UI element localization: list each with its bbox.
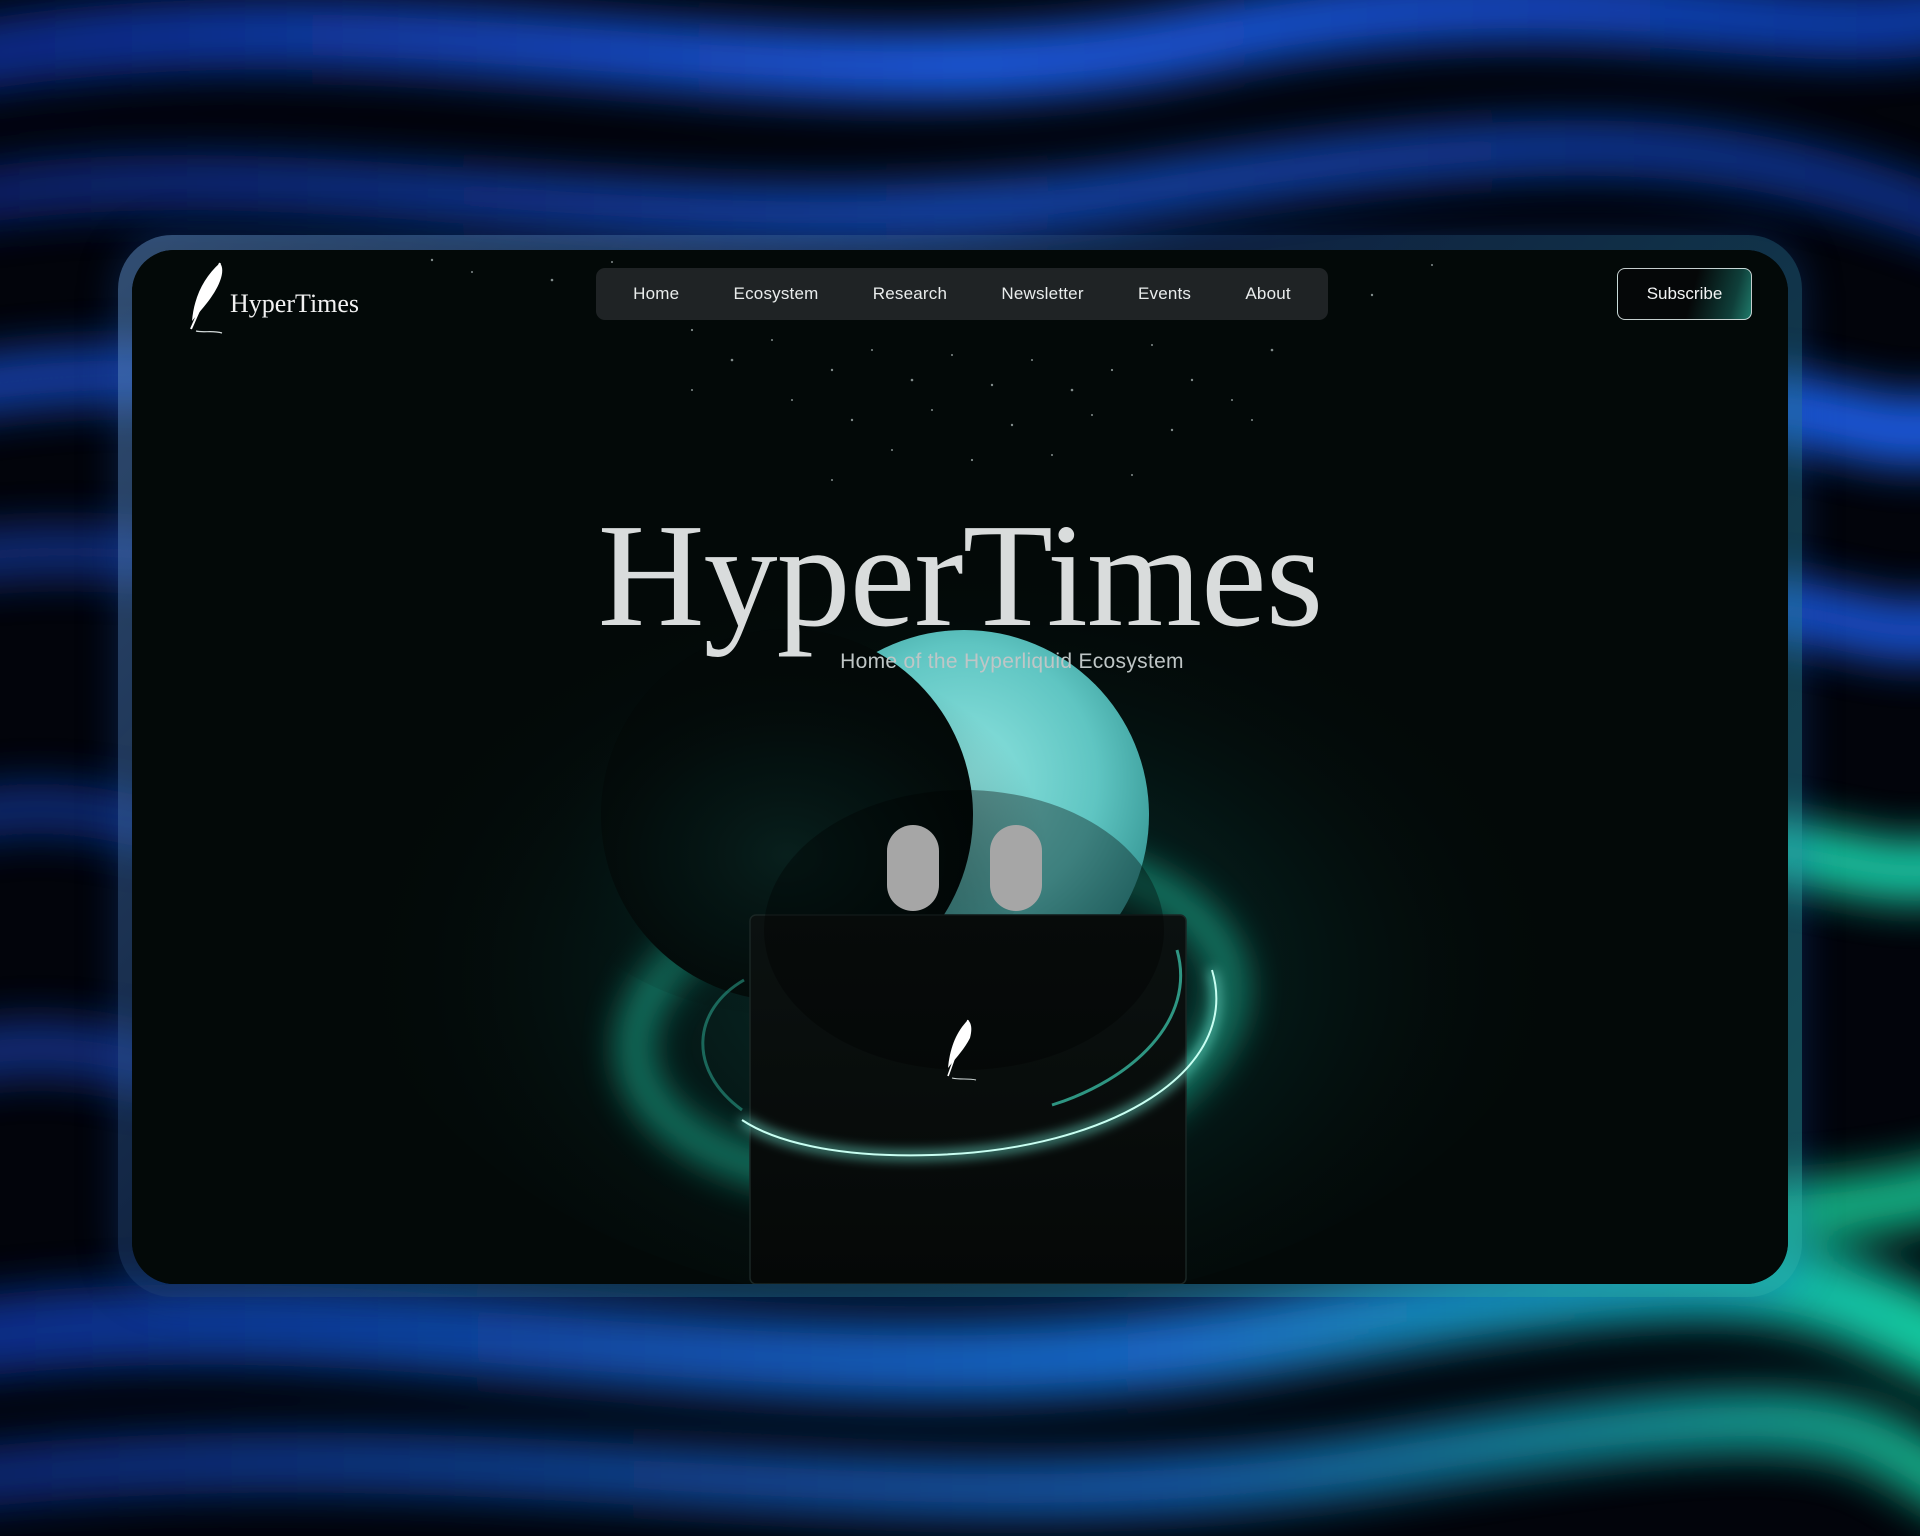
hero-title: HyperTimes [597, 494, 1324, 658]
brand-name: HyperTimes [230, 289, 360, 318]
nav-item-about[interactable]: About [1245, 284, 1290, 304]
nav-item-events[interactable]: Events [1138, 284, 1191, 304]
brand-logo[interactable]: HyperTimes [186, 258, 359, 338]
nav-item-home[interactable]: Home [633, 284, 679, 304]
nav-item-research[interactable]: Research [873, 284, 947, 304]
hero-subtitle: Home of the Hyperliquid Ecosystem [840, 650, 1184, 673]
nav-item-newsletter[interactable]: Newsletter [1001, 284, 1083, 304]
main-nav: Home Ecosystem Research Newsletter Event… [596, 268, 1328, 320]
website-screen: HyperTimes Home Ecosystem Research Newsl… [132, 250, 1788, 1284]
nav-item-ecosystem[interactable]: Ecosystem [734, 284, 819, 304]
subscribe-button[interactable]: Subscribe [1617, 268, 1752, 320]
quill-feather-icon [190, 262, 223, 334]
hero-illustration [132, 250, 1788, 1284]
